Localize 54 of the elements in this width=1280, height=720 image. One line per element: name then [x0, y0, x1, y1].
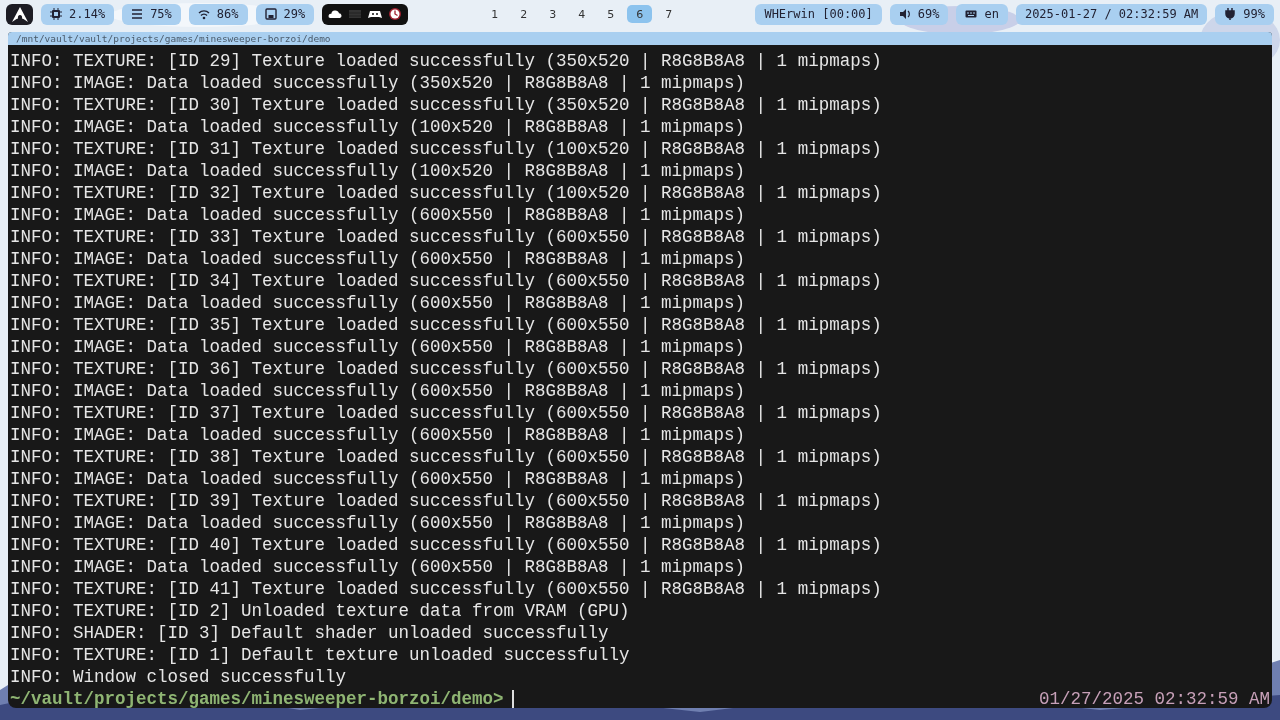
- speaker-icon: [898, 8, 911, 20]
- cloud-icon: [328, 8, 343, 20]
- keyboard-indicator: en: [956, 3, 1008, 25]
- log-line: INFO: TEXTURE: [ID 2] Unloaded texture data from VRAM (GPU): [10, 600, 631, 622]
- workspace-button[interactable]: 6: [627, 5, 653, 23]
- user-indicator: WHErwin [00:00]: [755, 3, 882, 25]
- log-line: INFO: TEXTURE: [ID 29] Texture loaded successfully (350x520 | R8G8B8A8 | 1 mipmaps): [10, 50, 883, 72]
- log-line: INFO: TEXTURE: [ID 36] Texture loaded successfully (600x550 | R8G8B8A8 | 1 mipmaps): [10, 358, 883, 380]
- log-line: INFO: IMAGE: Data loaded successfully (350x520 | R8G8B8A8 | 1 mipmaps): [10, 72, 747, 94]
- prompt-timestamp: 01/27/2025 02:32:59 AM: [1038, 688, 1270, 708]
- log-line: INFO: TEXTURE: [ID 34] Texture loaded successfully (600x550 | R8G8B8A8 | 1 mipmaps): [10, 270, 883, 292]
- power-plug-icon: [1224, 8, 1237, 20]
- log-line: INFO: IMAGE: Data loaded successfully (600x550 | R8G8B8A8 | 1 mipmaps): [10, 556, 747, 578]
- window-title: /mnt/vault/vault/projects/games/minesweeper-borzoi/demo: [16, 33, 331, 44]
- log-line: INFO: TEXTURE: [ID 33] Texture loaded successfully (600x550 | R8G8B8A8 | 1 mipmaps): [10, 226, 883, 248]
- log-line: INFO: TEXTURE: [ID 38] Texture loaded successfully (600x550 | R8G8B8A8 | 1 mipmaps): [10, 446, 883, 468]
- log-line: INFO: TEXTURE: [ID 1] Default texture unloaded successfully: [10, 644, 631, 666]
- workspace-button[interactable]: 4: [569, 5, 595, 23]
- log-line: INFO: TEXTURE: [ID 30] Texture loaded successfully (350x520 | R8G8B8A8 | 1 mipmaps): [10, 94, 883, 116]
- log-line: INFO: TEXTURE: [ID 31] Texture loaded successfully (100x520 | R8G8B8A8 | 1 mipmaps): [10, 138, 883, 160]
- log-line: INFO: IMAGE: Data loaded successfully (600x550 | R8G8B8A8 | 1 mipmaps): [10, 292, 747, 314]
- workspace-button[interactable]: 3: [540, 5, 566, 23]
- workspace-button[interactable]: 7: [656, 5, 682, 23]
- log-line: INFO: TEXTURE: [ID 41] Texture loaded successfully (600x550 | R8G8B8A8 | 1 mipmaps): [10, 578, 883, 600]
- workspace-button[interactable]: 1: [482, 5, 508, 23]
- log-line: INFO: IMAGE: Data loaded successfully (600x550 | R8G8B8A8 | 1 mipmaps): [10, 204, 747, 226]
- log-line: INFO: IMAGE: Data loaded successfully (600x550 | R8G8B8A8 | 1 mipmaps): [10, 248, 747, 270]
- log-line: INFO: TEXTURE: [ID 40] Texture loaded successfully (600x550 | R8G8B8A8 | 1 mipmaps): [10, 534, 883, 556]
- log-line: INFO: TEXTURE: [ID 37] Texture loaded successfully (600x550 | R8G8B8A8 | 1 mipmaps): [10, 402, 883, 424]
- log-line: INFO: IMAGE: Data loaded successfully (600x550 | R8G8B8A8 | 1 mipmaps): [10, 468, 747, 490]
- text-cursor: [511, 689, 514, 708]
- gamepad-icon: [368, 8, 383, 20]
- memory-indicator: 75%: [122, 3, 181, 25]
- window-icon: [348, 8, 363, 20]
- log-line: INFO: TEXTURE: [ID 35] Texture loaded successfully (600x550 | R8G8B8A8 | 1 mipmaps): [10, 314, 883, 336]
- workspace-button[interactable]: 2: [511, 5, 537, 23]
- log-line: INFO: TEXTURE: [ID 39] Texture loaded successfully (600x550 | R8G8B8A8 | 1 mipmaps): [10, 490, 883, 512]
- log-line: INFO: TEXTURE: [ID 32] Texture loaded successfully (100x520 | R8G8B8A8 | 1 mipmaps): [10, 182, 883, 204]
- clock-icon: [388, 7, 403, 21]
- shell-prompt: ~/vault/projects/games/minesweeper-borzoi/demo>: [10, 688, 504, 708]
- keyboard-icon: [965, 8, 978, 20]
- log-line: INFO: Window closed successfully: [10, 666, 348, 688]
- log-line: INFO: SHADER: [ID 3] Default shader unloaded successfully: [10, 622, 610, 644]
- log-line: INFO: IMAGE: Data loaded successfully (600x550 | R8G8B8A8 | 1 mipmaps): [10, 424, 747, 446]
- log-line: INFO: IMAGE: Data loaded successfully (600x550 | R8G8B8A8 | 1 mipmaps): [10, 380, 747, 402]
- log-line: INFO: IMAGE: Data loaded successfully (600x550 | R8G8B8A8 | 1 mipmaps): [10, 336, 747, 358]
- workspace-button[interactable]: 5: [598, 5, 624, 23]
- wifi-icon: [197, 8, 210, 20]
- log-line: INFO: IMAGE: Data loaded successfully (100x520 | R8G8B8A8 | 1 mipmaps): [10, 160, 747, 182]
- log-line: INFO: IMAGE: Data loaded successfully (100x520 | R8G8B8A8 | 1 mipmaps): [10, 116, 747, 138]
- cpu-icon: [50, 8, 62, 20]
- log-line: INFO: IMAGE: Data loaded successfully (600x550 | R8G8B8A8 | 1 mipmaps): [10, 512, 747, 534]
- menu-icon: [131, 8, 144, 20]
- arch-logo-icon: [11, 6, 28, 22]
